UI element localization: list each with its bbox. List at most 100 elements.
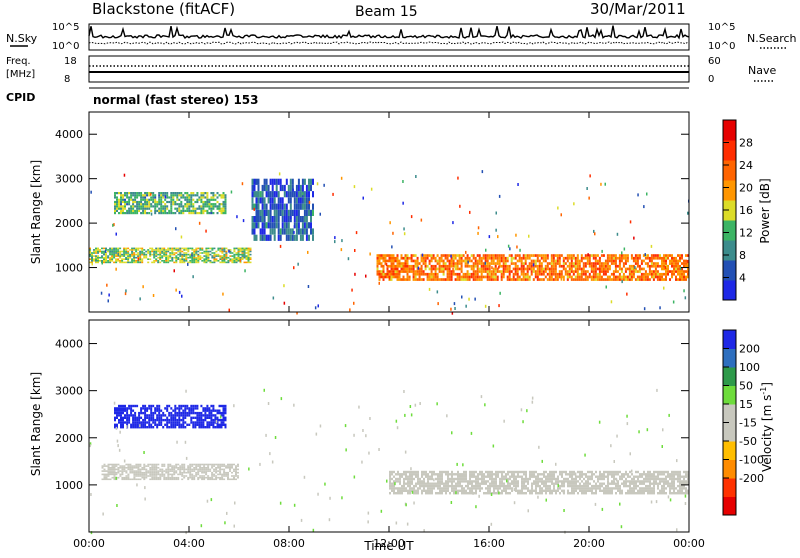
echo-cell bbox=[176, 203, 179, 206]
echo-cell bbox=[454, 254, 457, 257]
echo-cell bbox=[471, 487, 473, 490]
echo-cell bbox=[116, 207, 118, 210]
echo-cell bbox=[433, 470, 435, 474]
echo-cell bbox=[490, 270, 493, 273]
echo-speck bbox=[361, 460, 363, 464]
echo-cell bbox=[181, 258, 184, 260]
echo-cell bbox=[431, 477, 433, 481]
echo-cell bbox=[593, 473, 595, 476]
echo-cell bbox=[131, 250, 134, 253]
echo-cell bbox=[173, 473, 176, 476]
echo-cell bbox=[607, 484, 609, 488]
echo-cell bbox=[170, 203, 173, 206]
echo-cell bbox=[170, 212, 173, 215]
echo-cell bbox=[169, 249, 172, 251]
echo-cell bbox=[623, 473, 625, 476]
echo-speck bbox=[475, 505, 477, 509]
echo-cell bbox=[671, 262, 673, 265]
echo-cell bbox=[173, 478, 176, 481]
echo-cell bbox=[394, 272, 397, 276]
freq-label: Freq. bbox=[6, 56, 31, 67]
echo-cell bbox=[515, 477, 517, 481]
echo-cell bbox=[489, 487, 491, 490]
echo-cell bbox=[683, 275, 685, 279]
echo-cell bbox=[409, 484, 411, 488]
echo-cell bbox=[221, 465, 224, 467]
echo-cell bbox=[436, 275, 439, 279]
echo-cell bbox=[132, 200, 135, 204]
echo-cell bbox=[253, 234, 256, 241]
echo-cell bbox=[261, 184, 264, 192]
echo-cell bbox=[131, 468, 134, 471]
echo-cell bbox=[430, 259, 433, 263]
echo-cell bbox=[222, 409, 225, 412]
echo-speck bbox=[527, 509, 529, 513]
echo-cell bbox=[167, 256, 170, 259]
echo-cell bbox=[579, 484, 581, 488]
echo-cell bbox=[388, 256, 391, 260]
echo-cell bbox=[247, 247, 250, 250]
echo-cell bbox=[200, 209, 203, 212]
echo-cell bbox=[531, 487, 533, 490]
echo-cell bbox=[229, 470, 231, 472]
echo-cell bbox=[148, 198, 151, 201]
echo-cell bbox=[671, 275, 673, 279]
echo-cell bbox=[122, 418, 124, 422]
echo-cell bbox=[409, 477, 411, 481]
echo-cell bbox=[138, 411, 141, 415]
echo-cell bbox=[222, 418, 225, 422]
echo-cell bbox=[169, 465, 172, 467]
echo-speck bbox=[386, 479, 388, 483]
echo-cell bbox=[463, 492, 465, 495]
echo-cell bbox=[669, 475, 671, 478]
echo-cell bbox=[283, 216, 286, 223]
echo-cell bbox=[135, 470, 138, 472]
echo-cell bbox=[526, 267, 529, 271]
echo-cell bbox=[129, 468, 132, 471]
echo-cell bbox=[411, 482, 413, 485]
echo-cell bbox=[281, 216, 284, 223]
echo-cell bbox=[619, 470, 621, 474]
x-tick-label: 04:00 bbox=[173, 537, 205, 550]
echo-cell bbox=[253, 184, 256, 192]
echo-cell bbox=[191, 463, 194, 466]
echo-cell bbox=[111, 471, 114, 474]
echo-cell bbox=[123, 478, 126, 481]
echo-cell bbox=[613, 480, 615, 483]
echo-cell bbox=[618, 254, 621, 257]
echo-cell bbox=[116, 409, 118, 412]
echo-cell bbox=[101, 470, 104, 472]
echo-cell bbox=[203, 476, 206, 479]
echo-cell bbox=[649, 475, 651, 478]
echo-cell bbox=[257, 222, 260, 229]
echo-cell bbox=[634, 254, 637, 257]
echo-cell bbox=[403, 470, 405, 474]
echo-speck bbox=[187, 262, 189, 266]
echo-cell bbox=[424, 264, 427, 268]
echo-cell bbox=[391, 477, 393, 481]
echo-cell bbox=[169, 478, 172, 481]
echo-cell bbox=[640, 262, 643, 265]
echo-cell bbox=[524, 267, 527, 271]
echo-cell bbox=[443, 482, 445, 485]
echo-cell bbox=[241, 250, 244, 253]
echo-speck bbox=[623, 247, 626, 251]
echo-cell bbox=[184, 404, 187, 408]
echo-cell bbox=[500, 259, 503, 263]
echo-cell bbox=[480, 256, 483, 260]
echo-speck bbox=[656, 388, 658, 392]
echo-cell bbox=[165, 471, 168, 474]
echo-cell bbox=[134, 212, 137, 215]
echo-cell bbox=[263, 234, 266, 241]
echo-cell bbox=[685, 254, 687, 257]
echo-cell bbox=[124, 407, 126, 410]
echo-cell bbox=[194, 411, 197, 415]
echo-speck bbox=[116, 504, 118, 507]
echo-cell bbox=[93, 255, 95, 257]
echo-cell bbox=[147, 471, 150, 474]
echo-cell bbox=[125, 470, 128, 472]
echo-cell bbox=[120, 212, 122, 215]
echo-cell bbox=[626, 275, 629, 279]
echo-cell bbox=[175, 261, 178, 264]
echo-cell bbox=[225, 250, 228, 253]
